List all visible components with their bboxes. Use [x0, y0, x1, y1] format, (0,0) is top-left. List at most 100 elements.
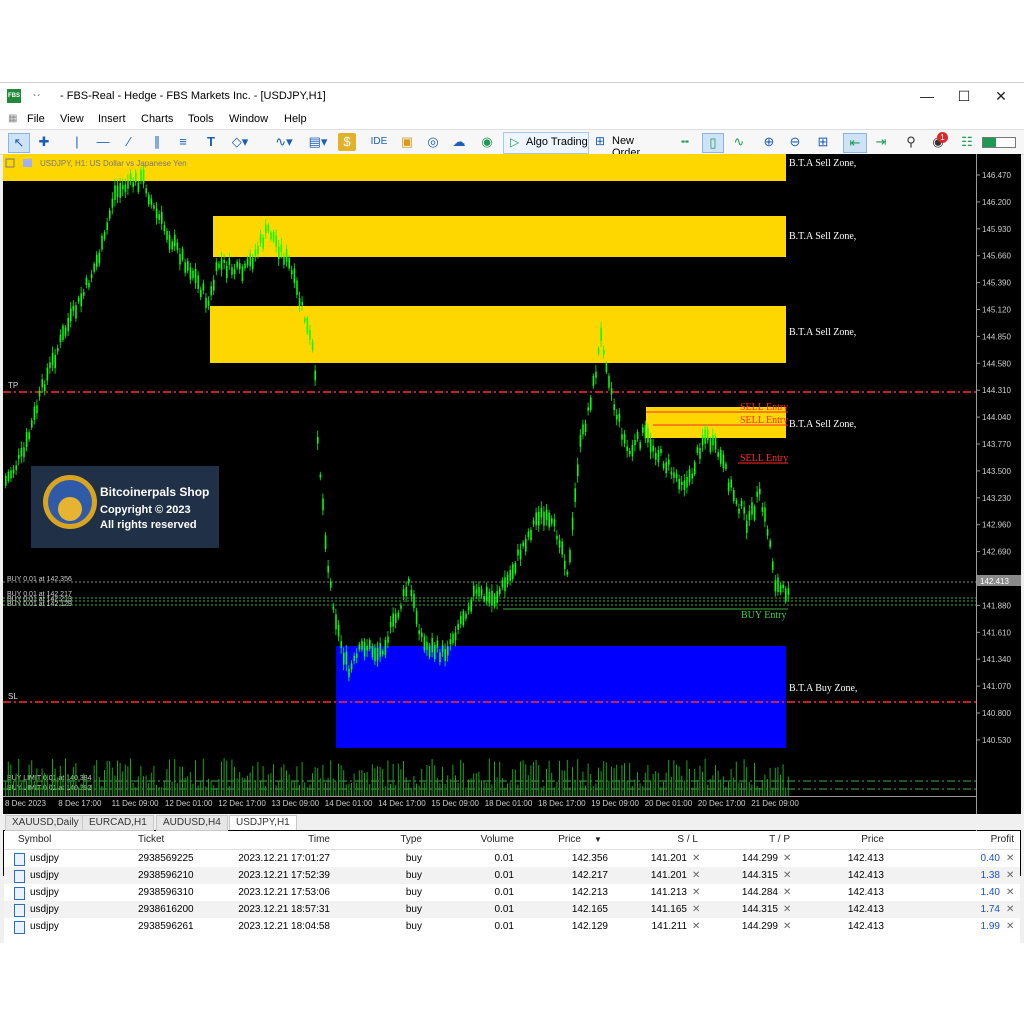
price-tick: 141.880 — [982, 601, 1011, 610]
col-sl[interactable]: S / L — [644, 831, 698, 849]
zoom-out-icon[interactable]: ⊖ — [786, 133, 804, 151]
close-position-icon[interactable]: ✕ — [1006, 884, 1014, 901]
candle-body — [613, 404, 615, 411]
vertical-line-icon[interactable]: | — [68, 133, 86, 151]
row-sl[interactable]: 141.201 — [634, 867, 687, 884]
price-chart[interactable]: B.T.A Sell Zone, B.T.A Sell Zone, B.T.A … — [3, 154, 1021, 876]
cloud-icon[interactable]: ☁ — [450, 133, 468, 151]
candle-body — [265, 224, 267, 234]
tab-audusd-h4[interactable]: AUDUSD,H4 — [156, 815, 228, 831]
candle-body — [23, 447, 25, 457]
maximize-button[interactable]: ☐ — [949, 86, 979, 106]
remove-sl-icon[interactable]: ✕ — [692, 884, 700, 901]
lock-icon[interactable]: ▣ — [398, 133, 416, 151]
row-sl[interactable]: 141.211 — [634, 918, 687, 935]
search-icon[interactable]: ⚲ — [902, 133, 920, 151]
candle-body — [202, 283, 205, 291]
vps-icon[interactable]: ◉ — [478, 133, 496, 151]
bar-chart-icon[interactable]: ╍ — [676, 133, 694, 151]
chart-shift-icon[interactable]: ⇥ — [870, 133, 892, 151]
ide-button[interactable]: IDE — [366, 133, 392, 151]
menu-view[interactable]: View — [60, 113, 84, 125]
row-tp[interactable]: 144.315 — [724, 901, 778, 918]
chart-type-icon[interactable]: ∿▾ — [270, 133, 298, 151]
table-row[interactable]: usdjpy 2938596210 2023.12.21 17:52:39 buy 0.… — [4, 867, 1020, 884]
table-row[interactable]: usdjpy 2938616200 2023.12.21 18:57:31 buy 0.… — [4, 901, 1020, 918]
algo-trading-button[interactable]: ▷ Algo Trading — [503, 132, 589, 154]
table-row[interactable]: usdjpy 2938596261 2023.12.21 18:04:58 buy 0.… — [4, 918, 1020, 935]
line-chart-icon[interactable]: ∿ — [730, 133, 748, 151]
text-tool-icon[interactable]: T — [202, 133, 220, 151]
col-profit[interactable]: Profit — [964, 831, 1014, 849]
remove-tp-icon[interactable]: ✕ — [783, 918, 791, 935]
col-symbol[interactable]: Symbol — [18, 831, 51, 849]
candlestick-icon[interactable]: ▯ — [702, 133, 724, 153]
menu-tools[interactable]: Tools — [188, 113, 214, 125]
tab-eurcad-h1[interactable]: EURCAD,H1 — [82, 815, 154, 831]
remove-sl-icon[interactable]: ✕ — [692, 867, 700, 884]
menu-insert[interactable]: Insert — [98, 113, 126, 125]
remove-sl-icon[interactable]: ✕ — [692, 918, 700, 935]
row-sl[interactable]: 141.213 — [634, 884, 687, 901]
zoom-in-icon[interactable]: ⊕ — [760, 133, 778, 151]
close-position-icon[interactable]: ✕ — [1006, 918, 1014, 935]
row-sl[interactable]: 141.165 — [634, 901, 687, 918]
table-row[interactable]: usdjpy 2938569225 2023.12.21 17:01:27 buy 0.… — [4, 850, 1020, 867]
row-sl[interactable]: 141.201 — [634, 850, 687, 867]
candle-body — [124, 184, 127, 193]
templates-icon[interactable]: ▤▾ — [304, 133, 332, 151]
autoscroll-icon[interactable]: ⇤ — [843, 133, 867, 153]
menu-window[interactable]: Window — [229, 113, 268, 125]
trendline-icon[interactable]: ∕ — [120, 133, 138, 151]
remove-sl-icon[interactable]: ✕ — [692, 850, 700, 867]
remove-tp-icon[interactable]: ✕ — [783, 850, 791, 867]
row-type: buy — [405, 853, 422, 864]
col-tp[interactable]: T / P — [734, 831, 790, 849]
col-price[interactable]: Price — [531, 831, 581, 849]
row-tp[interactable]: 144.284 — [724, 884, 778, 901]
remove-tp-icon[interactable]: ✕ — [783, 867, 791, 884]
remove-tp-icon[interactable]: ✕ — [783, 901, 791, 918]
signals-icon[interactable]: ◎ — [424, 133, 442, 151]
close-position-icon[interactable]: ✕ — [1006, 867, 1014, 884]
dollar-icon[interactable]: $ — [338, 133, 356, 151]
col-type[interactable]: Type — [374, 831, 422, 849]
horizontal-line-icon[interactable]: — — [94, 133, 112, 151]
row-tp[interactable]: 144.299 — [724, 850, 778, 867]
signal-strength-icon[interactable]: ☷ — [958, 133, 976, 151]
remove-sl-icon[interactable]: ✕ — [692, 901, 700, 918]
crosshair-icon[interactable]: ✚ — [34, 133, 54, 151]
candle-body — [306, 318, 309, 334]
close-position-icon[interactable]: ✕ — [1006, 901, 1014, 918]
cursor-icon[interactable]: ↖ — [8, 133, 30, 153]
grid-icon[interactable]: ⊞ — [814, 133, 832, 151]
tab-usdjpy-h1[interactable]: USDJPY,H1 — [229, 815, 297, 830]
fibonacci-icon[interactable]: ≡ — [174, 133, 192, 151]
candle-body — [584, 423, 587, 433]
quick-access-icon[interactable]: ˎˏ — [33, 85, 40, 97]
menu-charts[interactable]: Charts — [141, 113, 173, 125]
sort-arrow-icon[interactable]: ▼ — [594, 831, 602, 849]
chart-area[interactable]: B.T.A Sell Zone, B.T.A Sell Zone, B.T.A … — [3, 154, 1021, 876]
menu-file[interactable]: File — [27, 113, 45, 125]
menu-help[interactable]: Help — [284, 113, 307, 125]
new-order-button[interactable]: ⊞ New Order — [592, 132, 664, 159]
col-volume[interactable]: Volume — [444, 831, 514, 849]
minimize-button[interactable]: — — [912, 86, 942, 106]
col-time[interactable]: Time — [254, 831, 330, 849]
shapes-icon[interactable]: ◇▾ — [226, 133, 254, 151]
close-button[interactable]: ✕ — [986, 86, 1016, 106]
row-tp[interactable]: 144.315 — [724, 867, 778, 884]
candle-body — [631, 444, 634, 457]
row-tp[interactable]: 144.299 — [724, 918, 778, 935]
table-row[interactable]: usdjpy 2938596310 2023.12.21 17:53:06 buy 0.… — [4, 884, 1020, 901]
col-current-price[interactable]: Price — [834, 831, 884, 849]
menu-icon[interactable]: ▦ — [8, 113, 17, 124]
tab-xauusd-daily[interactable]: XAUUSD,Daily — [5, 815, 86, 831]
close-position-icon[interactable]: ✕ — [1006, 850, 1014, 867]
candle-body — [106, 222, 108, 230]
channel-icon[interactable]: ∥ — [148, 133, 166, 151]
candle-body — [179, 253, 181, 265]
remove-tp-icon[interactable]: ✕ — [783, 884, 791, 901]
col-ticket[interactable]: Ticket — [138, 831, 164, 849]
